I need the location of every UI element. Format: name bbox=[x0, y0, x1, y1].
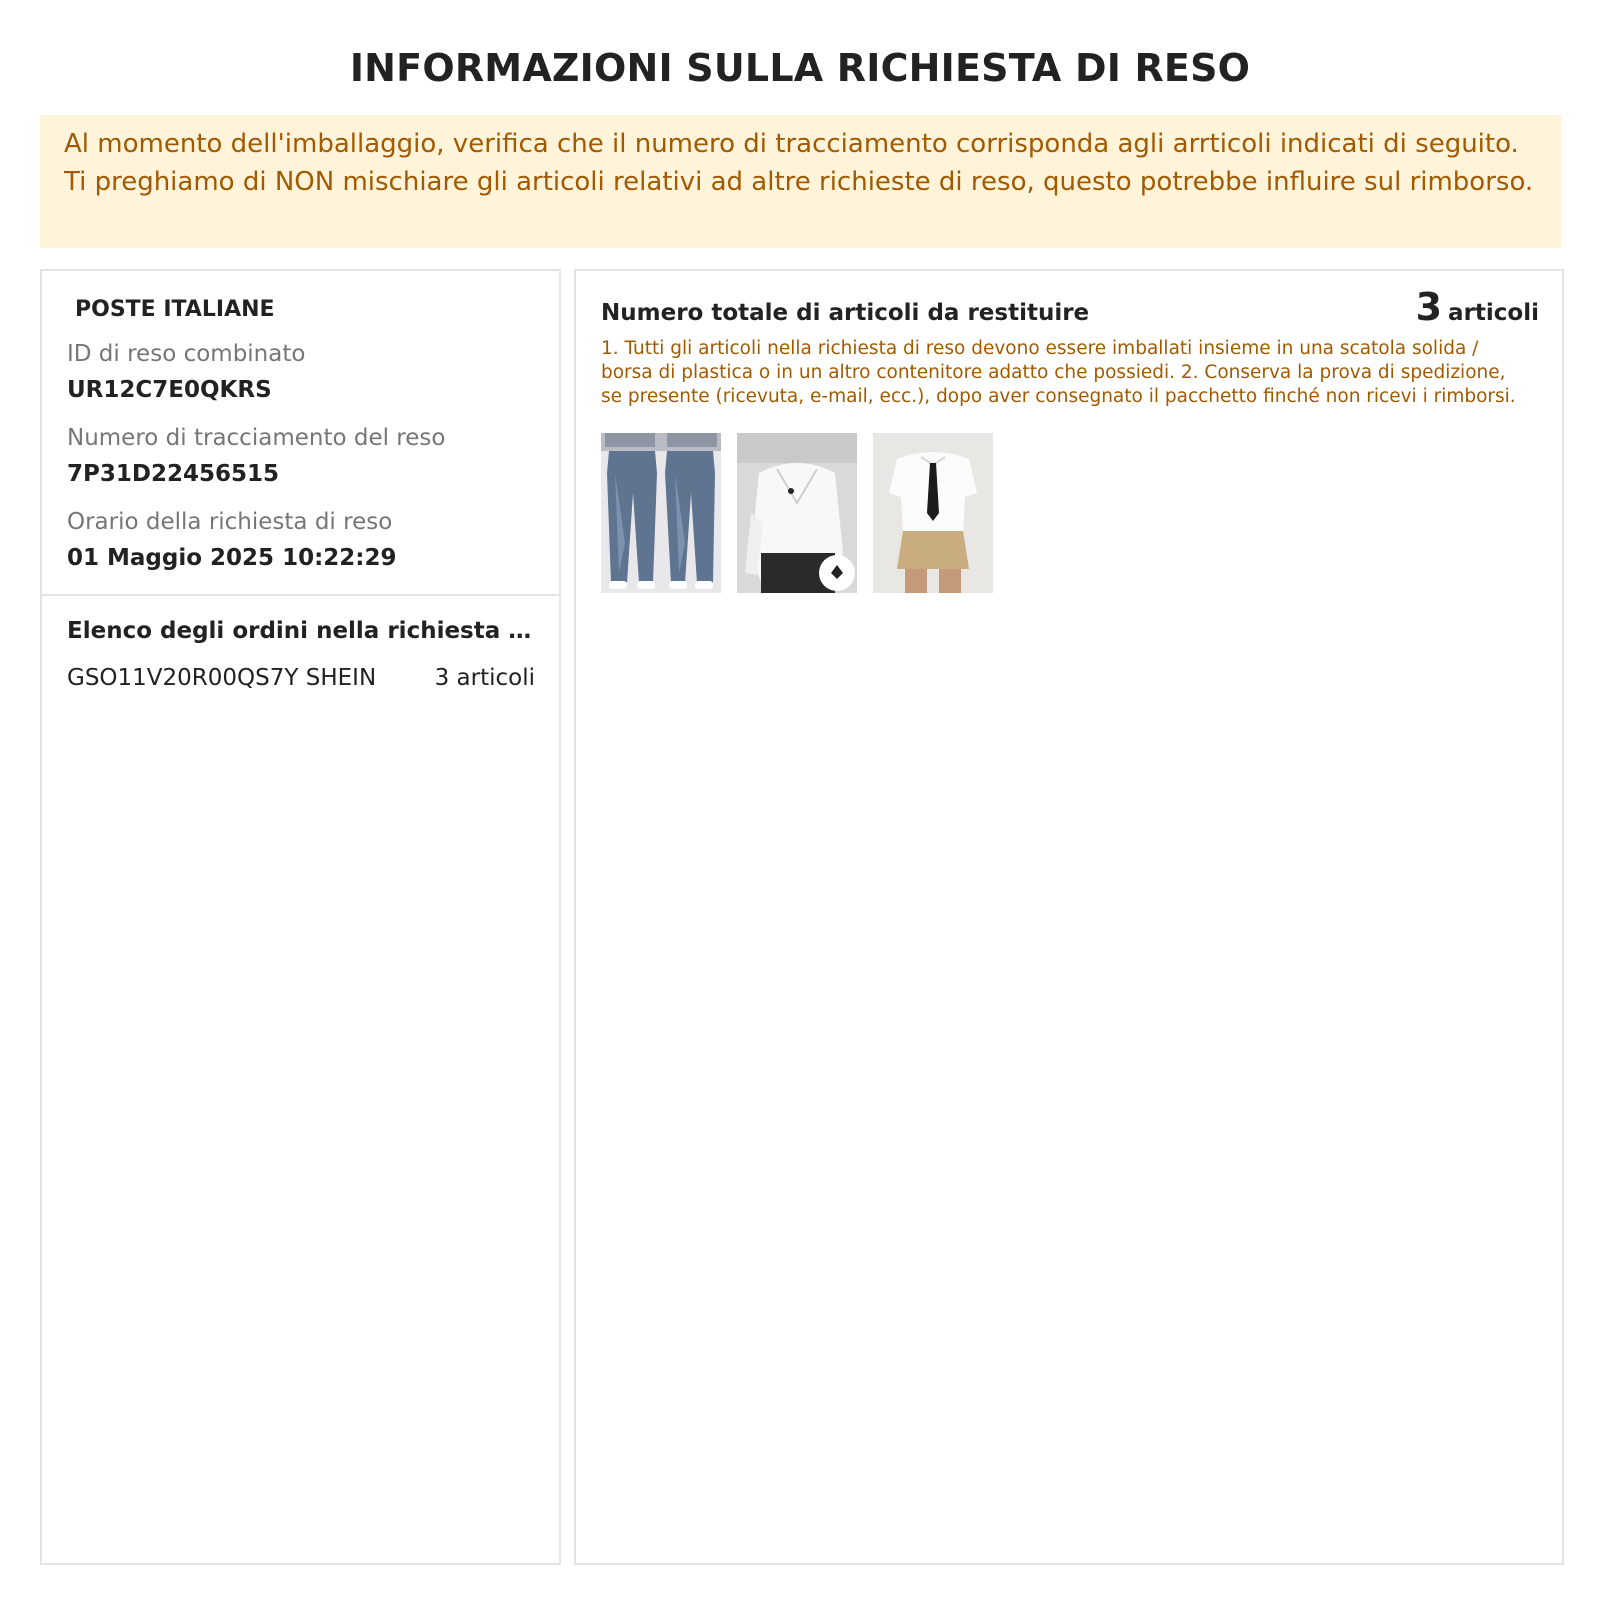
orders-list-title: Elenco degli ordini nella richiesta di r… bbox=[67, 618, 535, 644]
carrier-name: POSTE ITALIANE bbox=[75, 297, 275, 322]
order-row[interactable]: GSO11V20R00QS7Y SHEIN 3 articoli bbox=[67, 661, 535, 695]
total-items-number: 3 bbox=[1415, 285, 1443, 329]
total-items-title: Numero totale di articoli da restituire bbox=[601, 300, 1090, 326]
jeans-product-image[interactable] bbox=[601, 433, 721, 593]
request-time-value: 01 Maggio 2025 10:22:29 bbox=[67, 545, 397, 571]
combined-id-value: UR12C7E0QKRS bbox=[67, 377, 272, 403]
page-title: INFORMAZIONI SULLA RICHIESTA DI RESO bbox=[349, 46, 1251, 90]
shirt-tie-skirt-product-image[interactable] bbox=[873, 433, 993, 593]
combined-id-label: ID di reso combinato bbox=[67, 341, 306, 367]
packing-notice: Al momento dell'imballaggio, verifica ch… bbox=[40, 115, 1561, 248]
items-panel: Numero totale di articoli da restituire … bbox=[574, 269, 1564, 1565]
total-items-count: 3 articoli bbox=[1416, 283, 1539, 331]
tracking-number-label: Numero di tracciamento del reso bbox=[67, 425, 446, 451]
packing-instructions: 1. Tutti gli articoli nella richiesta di… bbox=[601, 338, 1516, 407]
product-thumbnails bbox=[601, 433, 993, 593]
order-number: GSO11V20R00QS7Y SHEIN bbox=[67, 665, 377, 691]
order-item-count: 3 articoli bbox=[434, 665, 535, 691]
return-info-panel: POSTE ITALIANE ID di reso combinato UR12… bbox=[40, 269, 561, 1565]
white-blouse-product-image[interactable] bbox=[737, 433, 857, 593]
total-items-unit: articoli bbox=[1448, 300, 1539, 326]
divider bbox=[42, 594, 559, 596]
tracking-number-value: 7P31D22456515 bbox=[67, 461, 279, 487]
request-time-label: Orario della richiesta di reso bbox=[67, 509, 393, 535]
